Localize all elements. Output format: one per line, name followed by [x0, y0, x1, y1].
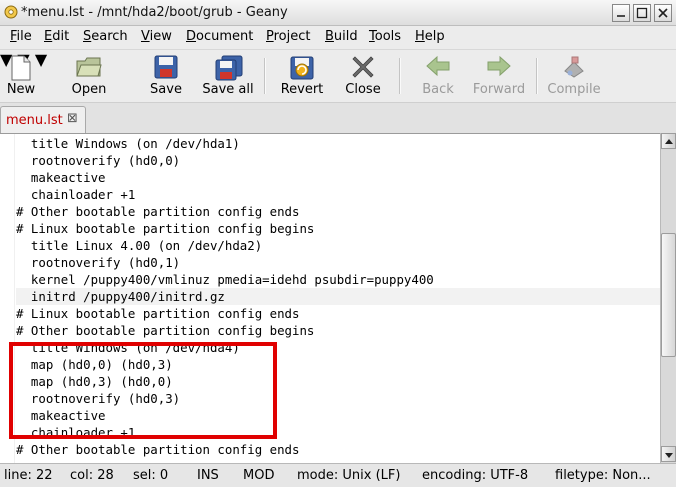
status-encoding: encoding: UTF-8 [422, 468, 529, 483]
toolbar-separator [264, 58, 266, 94]
editor-line[interactable]: initrd /puppy400/initrd.gz [16, 288, 660, 305]
window-titlebar[interactable]: *menu.lst - /mnt/hda2/boot/grub - Geany [0, 0, 676, 26]
toolbar-separator [399, 58, 401, 94]
status-mod: MOD [243, 468, 275, 483]
compile-icon [564, 56, 584, 78]
menubar: File Edit Search View Document Project B… [0, 26, 676, 48]
close-window-button[interactable] [654, 4, 672, 22]
arrow-up-icon [665, 139, 673, 144]
highlight-box [9, 342, 277, 439]
menu-edit[interactable]: Edit [44, 29, 69, 44]
toolbar: New ▼ Open ▼ Save Save all [0, 49, 676, 103]
status-filetype: filetype: Non... [555, 468, 651, 483]
editor-line[interactable]: title Windows (on /dev/hda1) [16, 135, 660, 152]
editor-line[interactable]: makeactive [16, 169, 660, 186]
editor-line[interactable]: rootnoverify (hd0,1) [16, 254, 660, 271]
editor-line[interactable]: kernel /puppy400/vmlinuz pmedia=idehd ps… [16, 271, 660, 288]
menu-search[interactable]: Search [83, 29, 128, 44]
maximize-button[interactable] [633, 4, 651, 22]
window-title: *menu.lst - /mnt/hda2/boot/grub - Geany [21, 5, 288, 20]
editor-line[interactable]: # Linux bootable partition config begins [16, 220, 660, 237]
geany-app-icon [4, 5, 18, 19]
editor-line[interactable]: # Other bootable partition config begins [16, 322, 660, 339]
open-folder-icon [76, 57, 102, 77]
editor-line[interactable]: rootnoverify (hd0,0) [16, 152, 660, 169]
vertical-scrollbar[interactable] [660, 133, 676, 463]
menu-build[interactable]: Build [325, 29, 358, 44]
minimize-icon [617, 15, 625, 17]
back-button[interactable]: Back [414, 50, 462, 102]
close-x-icon [352, 56, 374, 78]
close-document-button[interactable]: Close [339, 50, 387, 102]
status-mode: mode: Unix (LF) [297, 468, 401, 483]
forward-arrow-icon [487, 55, 511, 77]
scroll-down-button[interactable] [661, 446, 676, 462]
editor-line[interactable]: # Other bootable partition config ends [16, 203, 660, 220]
toolbar-separator [536, 58, 538, 94]
editor-line[interactable]: # Other bootable partition config ends [16, 441, 660, 458]
menu-project[interactable]: Project [266, 29, 311, 44]
save-disk-icon [154, 55, 178, 79]
status-ins: INS [197, 468, 219, 483]
maximize-icon [636, 7, 648, 19]
close-icon [658, 8, 668, 18]
editor-line[interactable]: title Linux 4.00 (on /dev/hda2) [16, 237, 660, 254]
menu-view[interactable]: View [141, 29, 172, 44]
document-tabbar: menu.lst ⊠ [0, 103, 676, 134]
menu-document[interactable]: Document [186, 29, 253, 44]
save-all-button[interactable]: Save all [198, 50, 258, 102]
forward-button[interactable]: Forward [470, 50, 528, 102]
compile-button[interactable]: Compile [546, 50, 602, 102]
new-button[interactable]: New [0, 50, 42, 102]
menu-tools[interactable]: Tools [369, 29, 401, 44]
tab-menu-lst[interactable]: menu.lst ⊠ [0, 106, 86, 134]
status-col: col: 28 [70, 468, 114, 483]
status-line: line: 22 [4, 468, 53, 483]
menu-help[interactable]: Help [415, 29, 445, 44]
tab-close-icon[interactable]: ⊠ [67, 111, 78, 126]
editor-line[interactable]: # Linux bootable partition config ends [16, 305, 660, 322]
revert-icon [290, 56, 314, 80]
scroll-up-button[interactable] [661, 133, 676, 149]
minimize-button[interactable] [612, 4, 630, 22]
arrow-down-icon [665, 453, 673, 458]
new-file-icon [11, 55, 31, 81]
open-button[interactable]: Open [66, 50, 112, 102]
back-arrow-icon [426, 55, 450, 77]
statusbar: line: 22 col: 28 sel: 0 INS MOD mode: Un… [0, 463, 676, 487]
save-button[interactable]: Save [143, 50, 189, 102]
save-all-icon [215, 55, 243, 81]
revert-button[interactable]: Revert [276, 50, 328, 102]
status-sel: sel: 0 [133, 468, 169, 483]
editor-line[interactable]: chainloader +1 [16, 186, 660, 203]
menu-file[interactable]: File [10, 29, 32, 44]
scroll-thumb[interactable] [661, 233, 676, 357]
